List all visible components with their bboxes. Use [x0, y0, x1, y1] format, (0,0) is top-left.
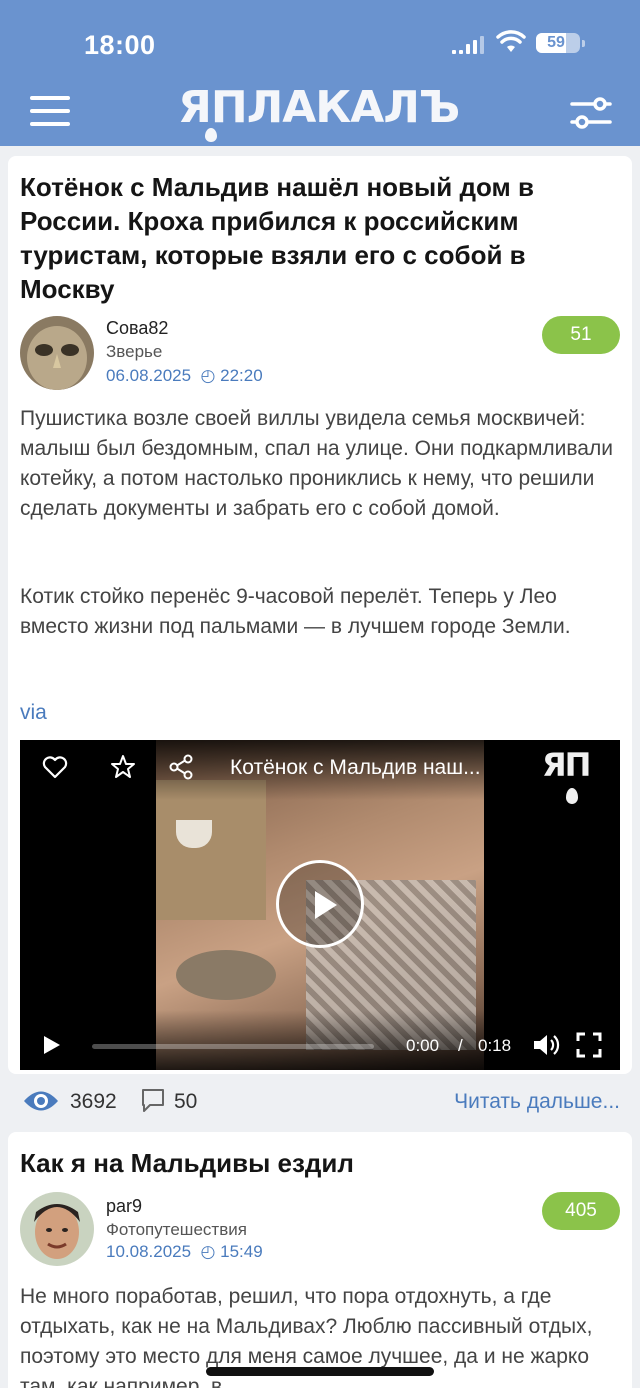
video-duration: 0:18: [478, 1036, 512, 1055]
big-play-button[interactable]: [276, 860, 364, 948]
post-card: Как я на Мальдивы ездил par9 Фотопутешес…: [8, 1132, 632, 1388]
battery-level: 59: [547, 34, 565, 51]
post-title[interactable]: Как я на Мальдивы ездил: [20, 1146, 610, 1180]
battery-icon: 59: [536, 33, 585, 53]
eye-icon: [24, 1091, 58, 1111]
filter-settings-icon[interactable]: [570, 96, 612, 130]
author-avatar[interactable]: [20, 316, 94, 390]
video-time-separator: /: [458, 1036, 463, 1055]
cellular-signal-icon: [452, 34, 484, 54]
share-icon[interactable]: [168, 754, 194, 780]
post-date: 06.08.2025 ◴ 22:20: [106, 366, 263, 386]
rating-badge[interactable]: 51: [542, 316, 620, 354]
wifi-icon: [496, 30, 526, 52]
video-current-time: 0:00: [406, 1036, 440, 1055]
comment-count[interactable]: 50: [174, 1090, 197, 1114]
logo-drop-icon: [205, 128, 217, 142]
fullscreen-icon[interactable]: [576, 1032, 602, 1058]
clock-icon: ◴: [195, 366, 221, 385]
volume-icon[interactable]: [532, 1032, 560, 1058]
home-indicator: [206, 1367, 434, 1376]
video-progress-bar[interactable]: [92, 1044, 374, 1049]
post-card: Котёнок с Мальдив нашёл новый дом в Росс…: [8, 156, 632, 1074]
status-time: 18:00: [84, 30, 156, 60]
site-logo[interactable]: ЯПЛАКАЛЪ: [178, 82, 460, 133]
clock-icon: ◴: [195, 1242, 221, 1261]
author-avatar[interactable]: [20, 1192, 94, 1266]
post-date-value: 06.08.2025: [106, 366, 192, 385]
via-link[interactable]: via: [20, 701, 47, 725]
post-time: 15:49: [220, 1242, 263, 1261]
heart-icon[interactable]: [42, 754, 68, 780]
comment-icon[interactable]: [140, 1087, 166, 1113]
play-button[interactable]: [44, 1036, 60, 1054]
video-title: Котёнок с Мальдив наш...: [230, 756, 481, 779]
view-count: 3692: [70, 1090, 117, 1113]
author-name[interactable]: Сова82: [106, 318, 168, 339]
post-paragraph: Котик стойко перенёс 9-часовой перелёт. …: [20, 585, 571, 638]
author-name[interactable]: par9: [106, 1196, 142, 1217]
read-more-link[interactable]: Читать дальше...: [454, 1090, 620, 1114]
video-player[interactable]: Котёнок с Мальдив наш... ЯП 0:00 / 0:18: [20, 740, 620, 1070]
star-icon[interactable]: [110, 754, 136, 780]
post-category[interactable]: Зверье: [106, 342, 162, 362]
post-stats: 3692 50 Читать дальше...: [8, 1082, 632, 1122]
video-logo-drop-icon: [566, 788, 578, 804]
video-logo: ЯП: [542, 746, 591, 784]
post-category[interactable]: Фотопутешествия: [106, 1220, 247, 1240]
menu-icon[interactable]: [30, 96, 70, 128]
post-time: 22:20: [220, 366, 263, 385]
top-bar: 18:00 59 ЯПЛАКАЛЪ: [0, 0, 640, 146]
post-date-value: 10.08.2025: [106, 1242, 192, 1261]
rating-badge[interactable]: 405: [542, 1192, 620, 1230]
post-paragraph: Пушистика возле своей виллы увидела семь…: [20, 407, 613, 520]
post-title[interactable]: Котёнок с Мальдив нашёл новый дом в Росс…: [20, 170, 610, 306]
post-date: 10.08.2025 ◴ 15:49: [106, 1242, 263, 1262]
